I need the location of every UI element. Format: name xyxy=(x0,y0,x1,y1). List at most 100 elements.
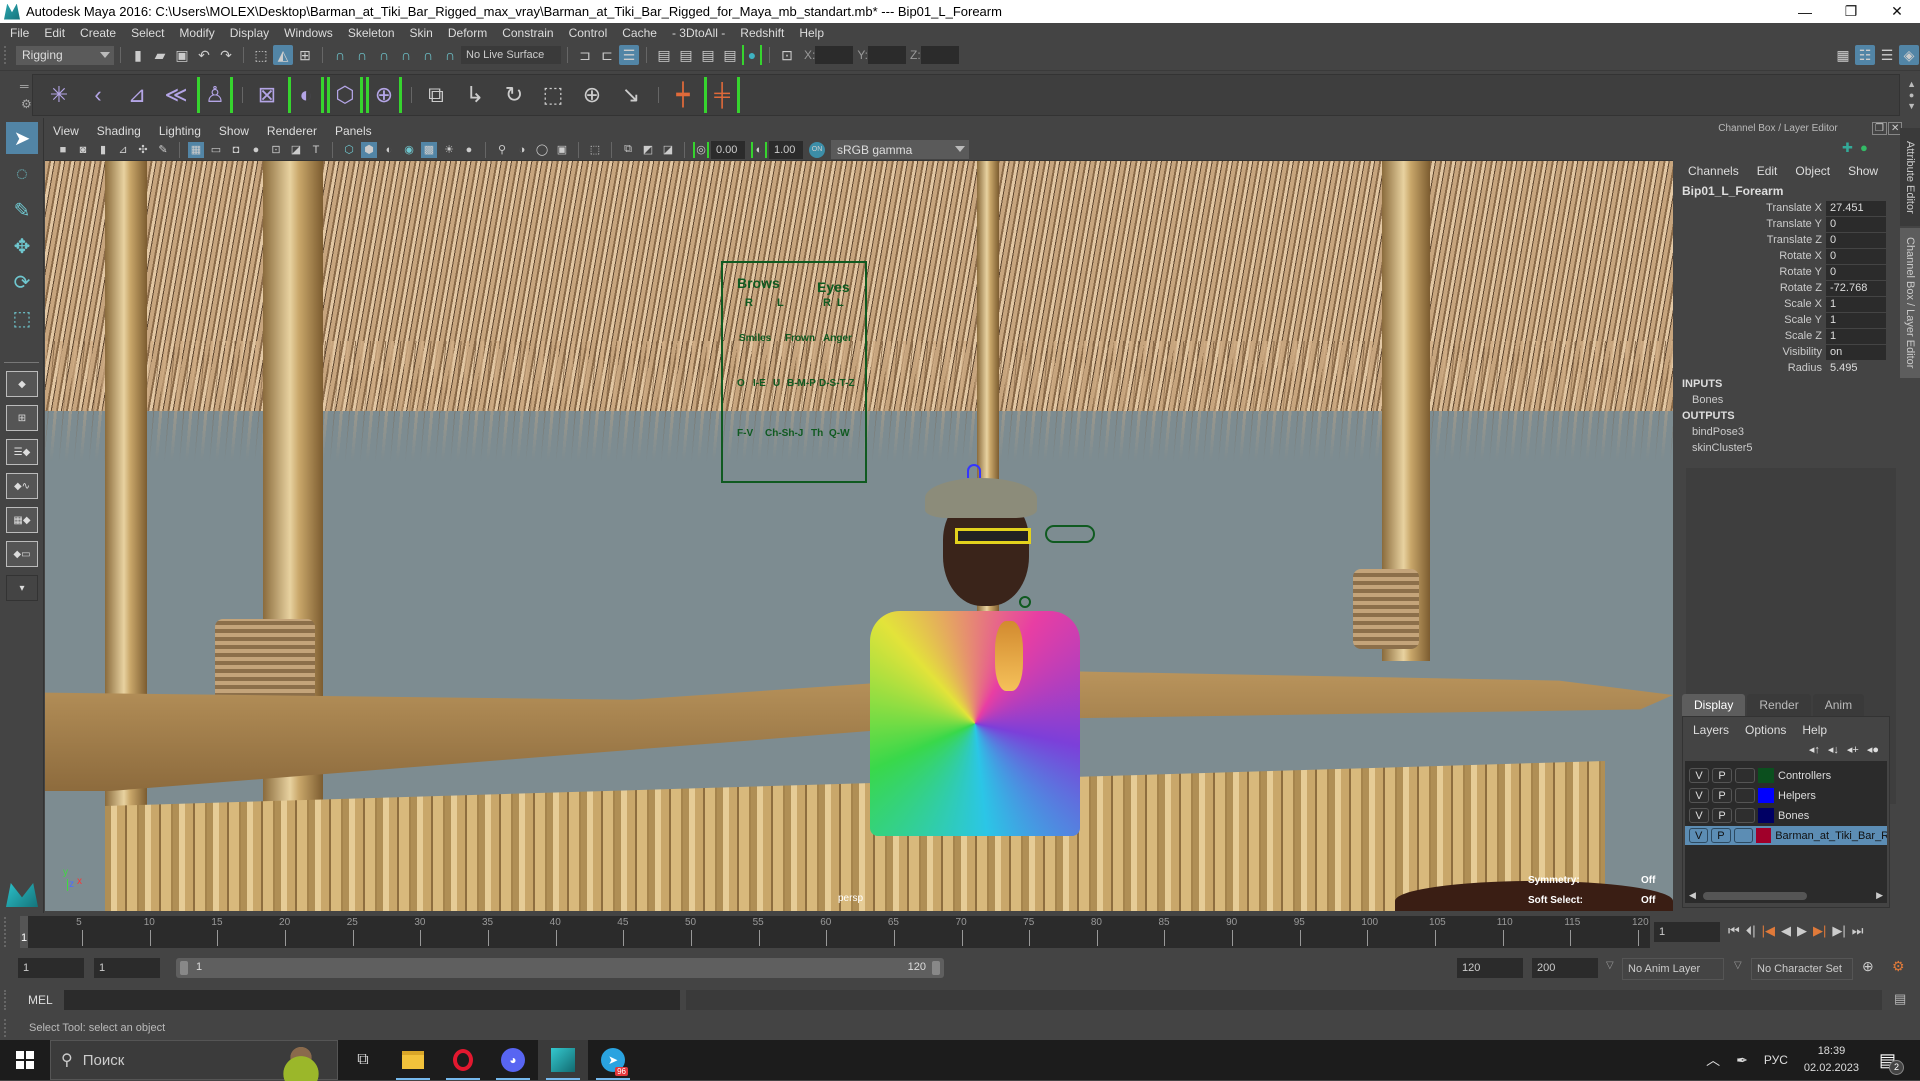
gamma-input[interactable]: 1.00 xyxy=(769,140,803,159)
script-language-toggle[interactable]: MEL xyxy=(28,993,53,1007)
channel-value[interactable]: 0 xyxy=(1826,232,1886,248)
scale-tool-icon[interactable]: ⬚ xyxy=(6,302,38,334)
channel-value[interactable]: 0 xyxy=(1826,216,1886,232)
channel-row[interactable]: Visibility on xyxy=(1674,344,1886,360)
new-empty-layer-icon[interactable]: ◂+ xyxy=(1847,743,1859,756)
camera-select-icon[interactable]: ■ xyxy=(55,142,71,158)
outputs-header[interactable]: OUTPUTS xyxy=(1682,408,1753,424)
screen-space-ao-icon[interactable]: ● xyxy=(461,142,477,158)
undo-icon[interactable]: ↶ xyxy=(194,45,214,65)
menu-help[interactable]: Help xyxy=(799,26,824,40)
gate-mask-icon[interactable]: ● xyxy=(248,142,264,158)
render-frame-icon[interactable]: ▤ xyxy=(676,45,696,65)
step-back-frame-icon[interactable]: ⏴| xyxy=(1746,923,1756,939)
parent-constraint-icon[interactable]: ⧉ xyxy=(418,77,454,113)
redo-icon[interactable]: ↷ xyxy=(216,45,236,65)
edit-menu[interactable]: Edit xyxy=(1757,164,1778,178)
character-set-dropdown-arrow[interactable]: ▽ xyxy=(1734,960,1742,971)
select-component-icon[interactable]: ⊞ xyxy=(295,45,315,65)
face-controls-board[interactable]: Brows Eyes R L R L Smiles Frown Anger O … xyxy=(721,261,867,483)
menu-file[interactable]: File xyxy=(10,26,29,40)
input-node[interactable]: Bones xyxy=(1682,392,1753,408)
layer-row-helpers[interactable]: V P Helpers xyxy=(1685,786,1887,805)
jaw-controller[interactable] xyxy=(1019,596,1031,608)
viewport-menu-lighting[interactable]: Lighting xyxy=(159,124,201,138)
move-tool-icon[interactable]: ✥ xyxy=(6,230,38,262)
smooth-shade-icon[interactable]: ⬢ xyxy=(361,141,377,158)
step-back-key-icon[interactable]: |◀ xyxy=(1762,923,1775,939)
channel-value[interactable]: 27.451 xyxy=(1826,200,1886,216)
step-forward-key-icon[interactable]: ▶| xyxy=(1813,923,1826,939)
outliner-persp-layout-icon[interactable]: ☰◆ xyxy=(6,439,38,465)
channel-row[interactable]: Scale X 1 xyxy=(1674,296,1886,312)
go-to-start-icon[interactable]: ⏮ xyxy=(1728,923,1740,939)
mirror-constraint-icon[interactable]: ╪ xyxy=(704,77,740,113)
safe-title-icon[interactable]: T xyxy=(308,142,324,158)
channel-value[interactable]: 0 xyxy=(1826,264,1886,280)
lattice-icon[interactable]: ⬡ xyxy=(327,77,363,113)
multisample-aa-icon[interactable]: ◑ xyxy=(514,142,530,158)
shelf-settings-icon[interactable]: ⚙ xyxy=(21,97,32,111)
layer-row-controllers[interactable]: V P Controllers xyxy=(1685,766,1887,785)
script-editor-icon[interactable]: ▤ xyxy=(1894,991,1906,1007)
pole-vector-icon[interactable]: ↘ xyxy=(613,77,649,113)
y-input[interactable] xyxy=(868,46,907,64)
four-view-layout-icon[interactable]: ⊞ xyxy=(6,405,38,431)
film-gate-icon[interactable]: ▭ xyxy=(208,142,224,158)
channel-value[interactable]: -72.768 xyxy=(1826,280,1886,296)
z-input[interactable] xyxy=(920,46,959,64)
single-view-layout-icon[interactable]: ◆ xyxy=(6,371,38,397)
input-language-indicator[interactable]: РУС xyxy=(1764,1053,1788,1067)
character-set-dropdown[interactable]: No Character Set xyxy=(1751,958,1853,980)
humanik-icon[interactable]: ♙ xyxy=(197,77,233,113)
action-center-button[interactable]: ▤ 2 xyxy=(1879,1050,1904,1075)
auto-key-icon[interactable]: ⊕ xyxy=(1862,958,1874,975)
custom-layout-icon[interactable]: ◆▭ xyxy=(6,541,38,567)
hypershade-icon[interactable]: ● xyxy=(742,45,762,65)
time-slider[interactable]: 1 5 10 15 20 25 30 35 40 45 50 55 60 65 70 75 80 85 90 95 1… xyxy=(0,913,1920,955)
viewport-menu-shading[interactable]: Shading xyxy=(97,124,141,138)
snap-surface-icon[interactable]: ∩ xyxy=(440,45,460,65)
save-scene-icon[interactable]: ▣ xyxy=(172,45,192,65)
snap-point-icon[interactable]: ∩ xyxy=(374,45,394,65)
menu-skeleton[interactable]: Skeleton xyxy=(348,26,395,40)
isolate-select-icon[interactable]: ⬚ xyxy=(587,142,603,158)
wireframe-on-shaded-icon[interactable]: ◐ xyxy=(381,142,397,158)
animation-preferences-icon[interactable]: ⚙ xyxy=(1892,958,1905,975)
viewport-persp[interactable]: Brows Eyes R L R L Smiles Frown Anger O … xyxy=(45,161,1673,911)
menu-control[interactable]: Control xyxy=(569,26,608,40)
attribute-editor-toggle-icon[interactable]: ☷ xyxy=(1855,45,1875,65)
attribute-editor-tab[interactable]: Attribute Editor xyxy=(1900,128,1920,226)
select-tool-icon[interactable]: ➤ xyxy=(6,122,38,154)
orient-constraint-icon[interactable]: ↻ xyxy=(496,77,532,113)
point-constraint-icon[interactable]: ↳ xyxy=(457,77,493,113)
depth-of-field-icon[interactable]: ◯ xyxy=(534,142,550,158)
menu-select[interactable]: Select xyxy=(131,26,164,40)
channel-row[interactable]: Rotate X 0 xyxy=(1674,248,1886,264)
start-button[interactable] xyxy=(0,1040,50,1080)
viewport-menu-show[interactable]: Show xyxy=(219,124,249,138)
snap-view-plane-icon[interactable]: ∩ xyxy=(396,45,416,65)
channel-value[interactable]: on xyxy=(1826,344,1886,360)
visibility-toggle[interactable]: V xyxy=(1689,788,1709,803)
shelf-scroll[interactable]: ▲ ● ▼ xyxy=(1907,79,1916,112)
scroll-thumb[interactable] xyxy=(1703,892,1807,900)
play-backward-icon[interactable]: ◀ xyxy=(1781,923,1791,939)
playback-toggle[interactable]: P xyxy=(1712,768,1732,783)
menu-redshift[interactable]: Redshift xyxy=(740,26,784,40)
taskbar-opera[interactable] xyxy=(438,1040,488,1080)
menuset-dropdown[interactable]: Rigging xyxy=(16,45,114,65)
move-layer-up-icon[interactable]: ◂↑ xyxy=(1809,743,1820,756)
channel-value[interactable]: 0 xyxy=(1826,248,1886,264)
select-object-icon[interactable]: ◭ xyxy=(273,45,293,65)
paint-select-tool-icon[interactable]: ✎ xyxy=(6,194,38,226)
render-view-icon[interactable]: ▤ xyxy=(654,45,674,65)
menu-display[interactable]: Display xyxy=(230,26,269,40)
shelf-menu-icon[interactable]: ═ xyxy=(20,79,29,93)
step-forward-frame-icon[interactable]: ▶| xyxy=(1832,923,1845,939)
command-input[interactable] xyxy=(64,990,680,1010)
lasso-tool-icon[interactable]: ◌ xyxy=(6,158,38,190)
channel-row[interactable]: Rotate Z -72.768 xyxy=(1674,280,1886,296)
layer-name[interactable]: Barman_at_Tiki_Bar_Ri xyxy=(1775,830,1887,842)
wireframe-icon[interactable]: ⬡ xyxy=(341,142,357,158)
